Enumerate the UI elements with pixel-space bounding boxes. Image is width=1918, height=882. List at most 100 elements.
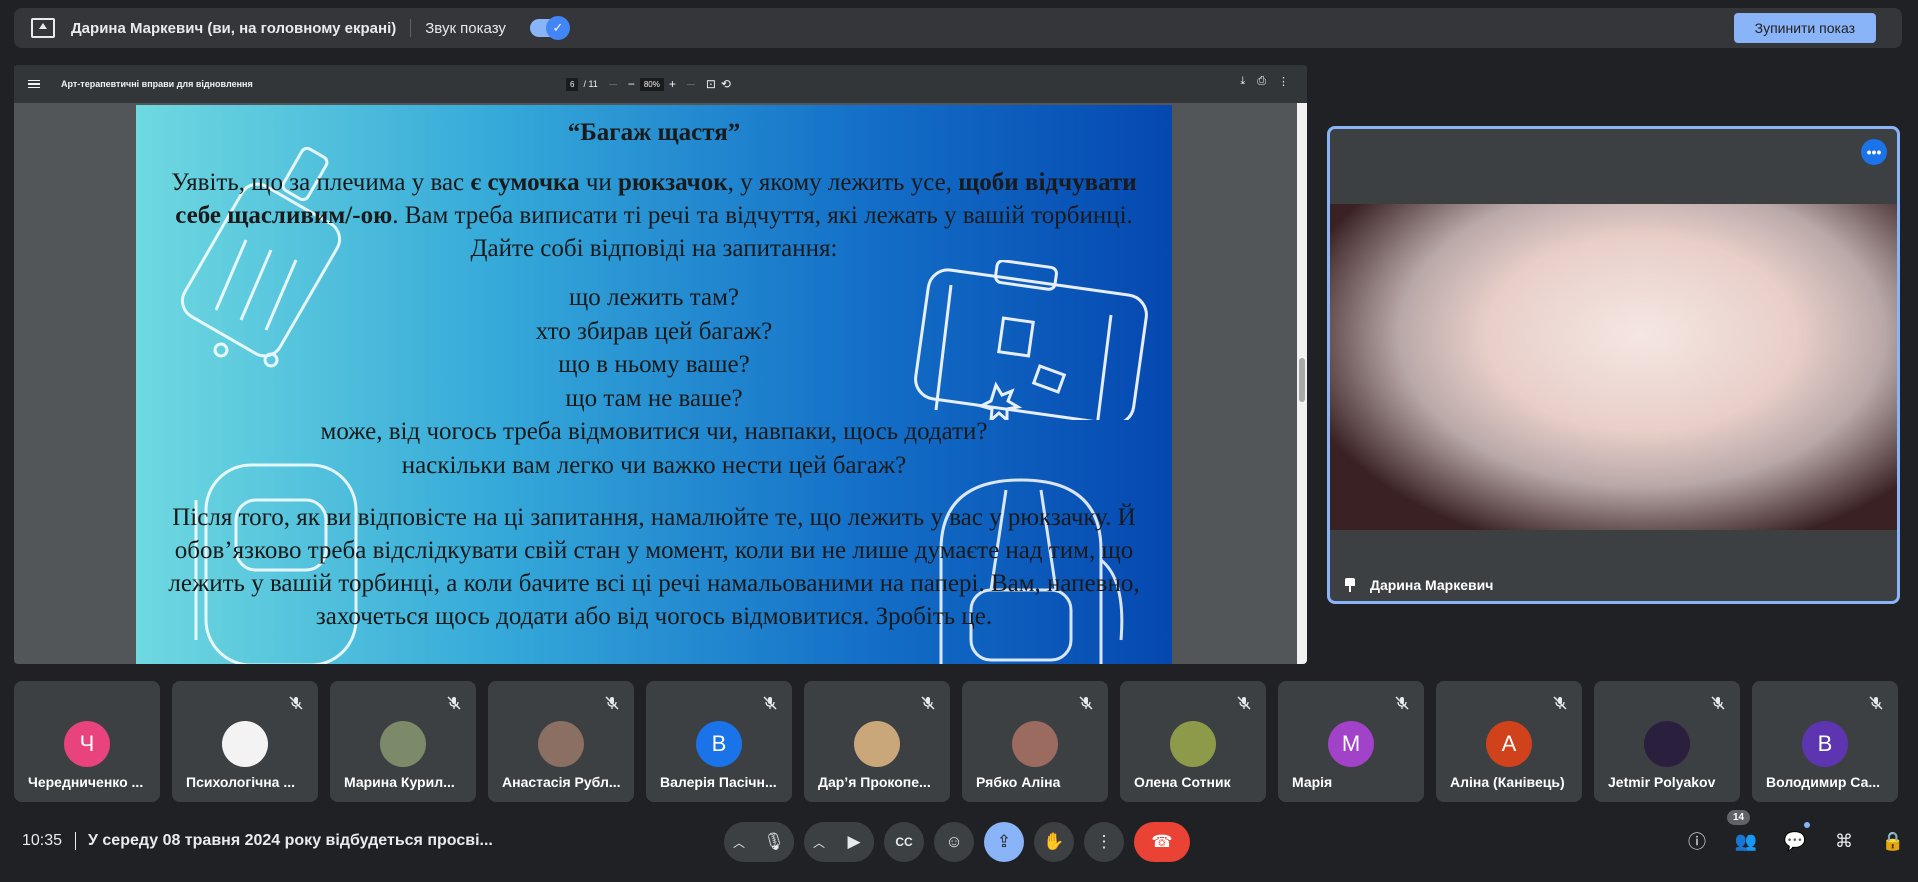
presenter-text: Дарина Маркевич (ви, на головному екрані… <box>71 19 397 37</box>
question: що в ньому ваше? <box>558 351 750 378</box>
participant-tile[interactable]: В Володимир Са... <box>1752 681 1898 802</box>
check-icon: ✓ <box>545 16 570 40</box>
raise-hand-icon[interactable]: ✋ <box>1034 822 1074 862</box>
captions-icon[interactable]: CC <box>884 822 924 862</box>
participant-name: Чередниченко ... <box>28 774 144 790</box>
present-screen-icon[interactable]: ⇪ <box>984 822 1024 862</box>
avatar: В <box>696 721 742 767</box>
intro-text: Уявіть, що за плечима у вас <box>171 169 471 196</box>
participant-tile[interactable]: А Аліна (Канівець) <box>1436 681 1582 802</box>
participant-tile[interactable]: Анастасія Рубл... <box>488 681 634 802</box>
avatar <box>854 721 900 767</box>
chevron-up-icon[interactable]: ︿ <box>804 834 834 851</box>
mic-off-icon <box>1869 696 1883 710</box>
mic-off-icon <box>921 696 935 710</box>
more-vert-icon[interactable]: ⋮ <box>1084 822 1124 862</box>
avatar: А <box>1486 721 1532 767</box>
zoom-out-button[interactable]: − <box>628 77 635 91</box>
intro-bold: рюкзачок <box>618 169 728 196</box>
participant-tile[interactable]: Рябко Аліна <box>962 681 1108 802</box>
mic-off-icon <box>289 696 303 710</box>
participant-tile[interactable]: Марина Курил... <box>330 681 476 802</box>
divider <box>410 19 412 37</box>
leave-call-icon[interactable]: ☎ <box>1134 822 1190 862</box>
avatar: В <box>1802 721 1848 767</box>
participant-tile[interactable]: Олена Сотник <box>1120 681 1266 802</box>
rotate-icon[interactable]: ⟲ <box>721 77 731 91</box>
meeting-title[interactable]: У середу 08 травня 2024 року відбудеться… <box>88 832 493 850</box>
host-controls-icon[interactable]: 🔒 <box>1880 828 1906 854</box>
presenting-banner: Дарина Маркевич (ви, на головному екрані… <box>14 8 1902 48</box>
activities-icon[interactable]: ⌘ <box>1831 828 1857 854</box>
avatar <box>380 721 426 767</box>
slide-outro: Після того, як ви відповісте на ці запит… <box>168 504 1140 630</box>
intro-text: , у якому лежить усе, <box>727 169 959 196</box>
mic-icon[interactable]: 🎙 <box>754 822 794 862</box>
self-video-label: Дарина Маркевич <box>1344 577 1493 593</box>
participant-tile[interactable]: Ч Чередниченко ... <box>14 681 160 802</box>
more-vert-icon[interactable]: ⋮ <box>1278 75 1289 88</box>
intro-bold: є сумочка <box>470 169 580 196</box>
more-options-icon[interactable]: ••• <box>1861 139 1887 165</box>
pdf-toolbar: Арт-терапевтичні вправи для відновлення … <box>14 65 1307 103</box>
mic-off-icon <box>1079 696 1093 710</box>
avatar <box>222 721 268 767</box>
participant-name: Психологічна ... <box>186 774 296 790</box>
mic-off-icon <box>1237 696 1251 710</box>
participant-tile[interactable]: Jetmir Polyakov <box>1594 681 1740 802</box>
share-sound-label: Звук показу <box>425 19 506 37</box>
stop-presenting-button[interactable]: Зупинити показ <box>1733 13 1876 43</box>
camera-icon[interactable]: ▶ <box>834 822 874 862</box>
share-sound-toggle[interactable]: ✓ <box>529 16 570 40</box>
fit-page-icon[interactable]: ⊡ <box>706 77 716 91</box>
participant-tile[interactable]: М Марія <box>1278 681 1424 802</box>
avatar <box>1170 721 1216 767</box>
slide-title: “Багаж щастя” <box>567 119 741 146</box>
mic-off-icon <box>1711 696 1725 710</box>
avatar <box>538 721 584 767</box>
participant-tile[interactable]: Дар’я Прокопе... <box>804 681 950 802</box>
question: що там не ваше? <box>565 384 743 412</box>
scrollbar-thumb[interactable] <box>1299 358 1305 402</box>
print-icon[interactable]: ⎙ <box>1257 75 1266 88</box>
participant-tile[interactable]: Психологічна ... <box>172 681 318 802</box>
notification-dot <box>1804 822 1810 828</box>
people-count-badge: 14 <box>1727 810 1751 825</box>
present-screen-icon <box>31 18 55 38</box>
pin-icon[interactable] <box>1344 578 1356 592</box>
zoom-input[interactable]: 80% <box>639 77 664 91</box>
self-video-feed <box>1330 204 1897 530</box>
avatar: Ч <box>64 721 110 767</box>
question: може, від чогось треба відмовитися чи, н… <box>320 418 988 445</box>
clock: 10:35 <box>22 832 63 849</box>
side-panel-icons: ⓘ 👥 14 💬 ⌘ 🔒 <box>1684 810 1906 854</box>
menu-icon[interactable] <box>28 79 40 89</box>
participant-strip: Ч Чередниченко ... Психологічна ... Марина … <box>14 681 1898 802</box>
intro-text: чи <box>579 169 619 196</box>
people-icon[interactable]: 👥 14 <box>1727 810 1759 854</box>
participant-name: Олена Сотник <box>1134 774 1231 790</box>
chevron-up-icon[interactable]: ︿ <box>724 834 754 851</box>
participant-name: Дар’я Прокопе... <box>818 774 931 790</box>
page-total: / 11 <box>583 79 598 89</box>
emoji-icon[interactable]: ☺ <box>934 822 974 862</box>
zoom-in-button[interactable]: + <box>669 77 676 91</box>
participant-tile[interactable]: В Валерія Пасічн... <box>646 681 792 802</box>
participant-name: Jetmir Polyakov <box>1608 774 1716 790</box>
question: хто збирав цей багаж? <box>535 317 773 345</box>
participant-name: Валерія Пасічн... <box>660 774 777 790</box>
slide-intro: Уявіть, що за плечима у вас є сумочка чи… <box>166 166 1142 265</box>
pdf-scrollbar[interactable] <box>1297 103 1307 664</box>
page-number-input[interactable]: 6 <box>566 77 579 91</box>
participant-name: Рябко Аліна <box>976 774 1061 790</box>
mic-off-icon <box>447 696 461 710</box>
avatar <box>1012 721 1058 767</box>
self-video-tile[interactable]: ••• Дарина Маркевич <box>1327 126 1900 604</box>
page-controls: 6 / 11 − 80% + ⊡ ⟲ <box>566 77 731 91</box>
participant-name: Марина Курил... <box>344 774 455 790</box>
mic-off-icon <box>1553 696 1567 710</box>
chat-icon[interactable]: 💬 <box>1782 822 1810 854</box>
pdf-actions: ⤓ ⎙ ⋮ <box>1240 75 1289 88</box>
download-icon[interactable]: ⤓ <box>1240 75 1245 88</box>
info-icon[interactable]: ⓘ <box>1684 828 1710 854</box>
